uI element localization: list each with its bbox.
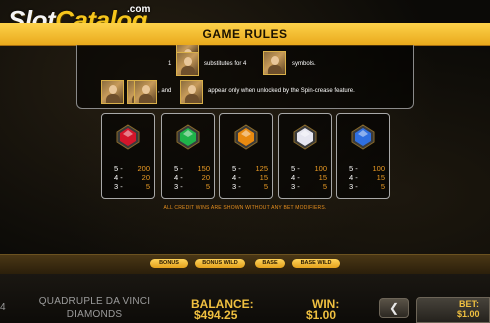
ruby-icon [115,124,141,150]
symbol-count: 3 - [114,182,123,191]
payout-value: 100 [314,164,327,173]
balance-value: $494.25 [194,308,238,322]
payout-value: 20 [141,173,150,182]
payout-value: 5 [380,182,385,191]
tab-base-wild[interactable]: BASE WILD [292,259,340,268]
payout-value: 100 [372,164,385,173]
payout-value: 15 [318,173,327,182]
payout-row: 4 - 20 [114,173,150,182]
quadruple-davinci-portrait-icon [180,80,203,104]
bet-value: $1.00 [457,309,480,319]
symbol-count: 3 - [232,182,241,191]
symbol-count: 5 - [232,164,241,173]
davinci-portrait-icon [101,80,124,104]
tab-bonus-wild[interactable]: BONUS WILD [195,259,245,268]
symbol-count: 3 - [174,182,183,191]
payout-value: 200 [137,164,150,173]
symbol-count: 5 - [114,164,123,173]
payout-value: 15 [259,173,268,182]
payout-row: 4 - 15 [349,173,385,182]
paytable-tab-strip [0,254,490,275]
rule-line2-text: appear only when unlocked by the Spin-cr… [208,88,355,94]
symbol-count: 4 - [349,173,358,182]
payout-value: 20 [201,173,210,182]
payout-row: 3 - 5 [232,182,268,191]
payout-value: 5 [145,182,150,191]
symbol-count: 5 - [349,164,358,173]
tab-bonus[interactable]: BONUS [150,259,188,268]
payout-row: 4 - 15 [291,173,327,182]
page-title: GAME RULES [202,27,288,41]
emerald-icon [175,124,201,150]
symbol-count: 4 - [291,173,300,182]
paytable-card: 5 - 100 4 - 15 3 - 5 [336,113,390,199]
rule-line1-end: symbols. [292,61,316,67]
payout-value: 125 [255,164,268,173]
davinci-portrait-icon [176,52,199,76]
symbol-count: 4 - [114,173,123,182]
payout-row: 5 - 150 [174,164,210,173]
payout-row: 3 - 5 [349,182,385,191]
topaz-icon [233,124,259,150]
rule-line2-and: , and [158,88,172,94]
payout-row: 3 - 5 [291,182,327,191]
symbol-count: 3 - [349,182,358,191]
payout-value: 5 [322,182,327,191]
payout-row: 4 - 20 [174,173,210,182]
payout-value: 5 [205,182,210,191]
payout-value: 15 [376,173,385,182]
game-title-line1: QUADRUPLE DA VINCI [38,296,151,307]
tab-base[interactable]: BASE [255,259,285,268]
symbol-count: 4 - [174,173,183,182]
win-value: $1.00 [306,308,337,322]
payout-row: 5 - 125 [232,164,268,173]
game-title-line2: DIAMONDS [66,309,123,320]
payout-row: 4 - 15 [232,173,268,182]
chevron-left-icon: ❮ [388,301,400,315]
paytable-card: 5 - 100 4 - 15 3 - 5 [278,113,332,199]
rule-line1-middle: substitutes for 4 [204,61,247,67]
bet-label: BET: [459,299,479,309]
rule-line1-number: 1 [168,61,172,67]
double-davinci-portrait-icon [134,80,157,104]
credit-note: ALL CREDIT WINS ARE SHOWN WITHOUT ANY BE… [163,205,327,211]
payout-row: 3 - 5 [174,182,210,191]
previous-page-button[interactable]: ❮ [379,298,409,318]
sapphire-icon [350,124,376,150]
paytable-card: 5 - 125 4 - 15 3 - 5 [219,113,273,199]
payout-row: 3 - 5 [114,182,150,191]
pearl-icon [292,124,318,150]
payout-value: 150 [197,164,210,173]
symbol-count: 4 - [232,173,241,182]
paytable-card: 5 - 150 4 - 20 3 - 5 [161,113,215,199]
payout-value: 5 [263,182,268,191]
logo-domain-suffix: .com [127,4,151,15]
symbol-count: 3 - [291,182,300,191]
payout-row: 5 - 100 [349,164,385,173]
payout-row: 5 - 100 [291,164,327,173]
symbol-count: 5 - [291,164,300,173]
symbol-count: 5 - [174,164,183,173]
payout-row: 5 - 200 [114,164,150,173]
footer-left-number: 4 [0,302,6,313]
game-title: QUADRUPLE DA VINCI DIAMONDS [22,295,167,321]
paytable-card: 5 - 200 4 - 20 3 - 5 [101,113,155,199]
davinci-portrait-icon [263,51,286,75]
